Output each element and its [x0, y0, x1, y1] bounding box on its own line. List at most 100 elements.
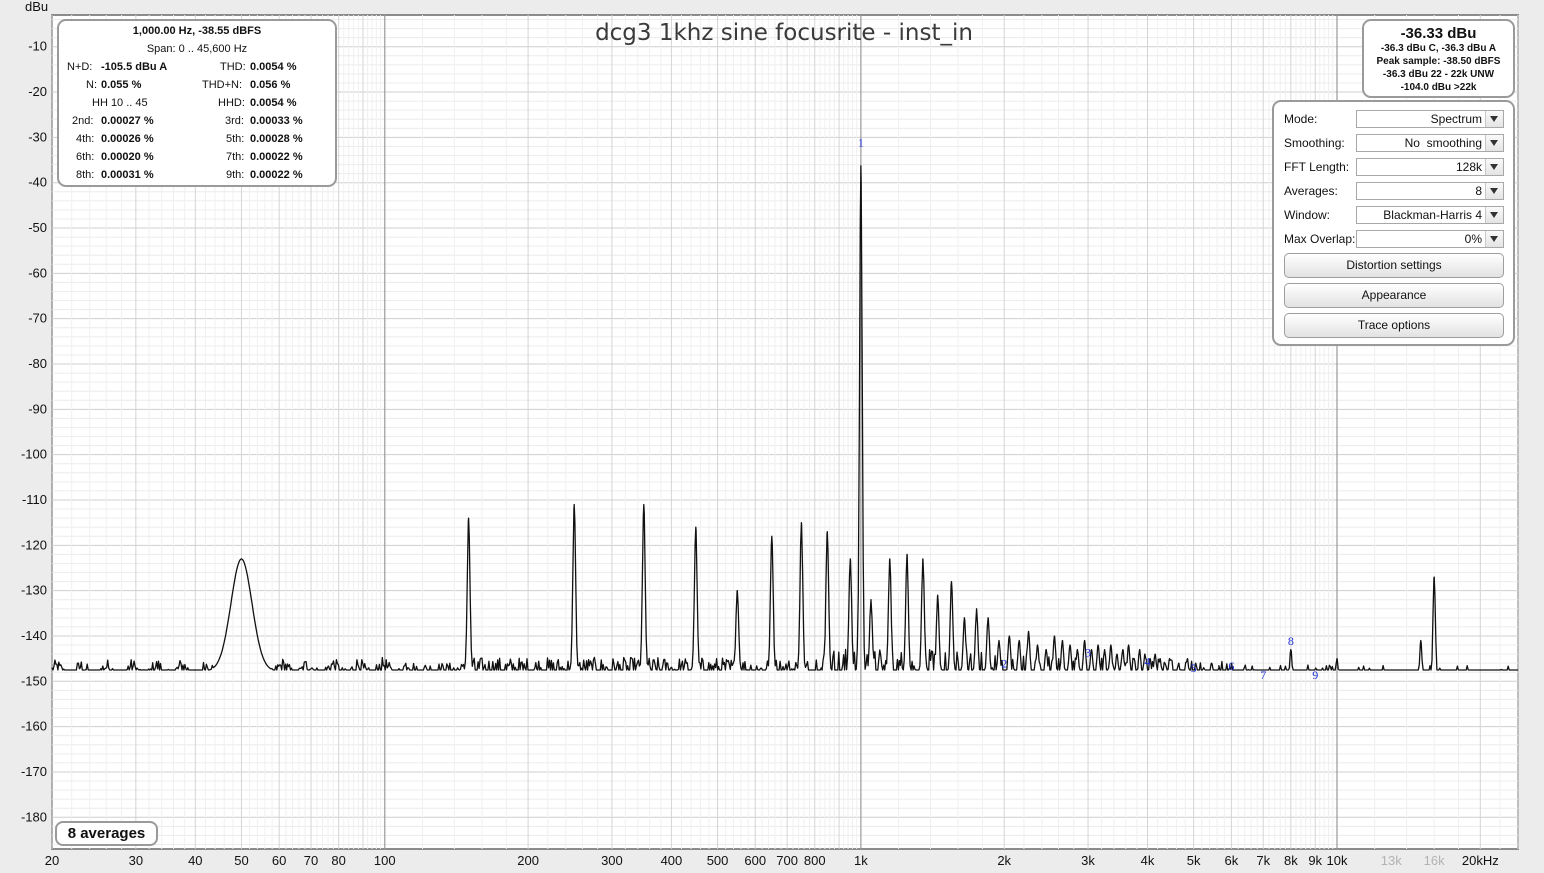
- x-tick-label: 800: [804, 853, 826, 868]
- chart-title: dcg3 1khz sine focusrite - inst_in: [595, 20, 973, 46]
- x-tick-label: 6k: [1224, 853, 1238, 868]
- chevron-down-icon: [1485, 159, 1503, 175]
- hhd-value: 0.0054 %: [250, 97, 297, 109]
- y-axis: -10 -20 -30 -40 -50 -60 -70 -80 -90 -100 -110 -120 -…: [21, 39, 47, 825]
- max-overlap-label: Max Overlap:: [1284, 232, 1356, 246]
- h2-value: 0.00027 %: [101, 115, 154, 127]
- mode-value: Spectrum: [1430, 112, 1482, 126]
- x-tick-label: 10k: [1326, 853, 1347, 868]
- level-main: -36.33 dBu: [1400, 25, 1477, 42]
- y-tick-label: -70: [28, 311, 47, 326]
- averages-value: 8: [1475, 184, 1482, 198]
- distortion-settings-button[interactable]: Distortion settings: [1284, 253, 1504, 278]
- harmonic-marker-3: 3: [1085, 645, 1091, 659]
- max-overlap-select[interactable]: 0%: [1356, 230, 1504, 248]
- y-tick-label: -180: [21, 809, 47, 824]
- h9-value: 0.00022 %: [250, 169, 303, 181]
- y-tick-label: -140: [21, 628, 47, 643]
- level-peak-sample: Peak sample: -38.50 dBFS: [1376, 56, 1501, 67]
- fft-length-label: FFT Length:: [1284, 160, 1350, 174]
- y-tick-label: -130: [21, 583, 47, 598]
- settings-panel: Mode: Spectrum Smoothing: No smoothing F…: [1272, 100, 1515, 346]
- x-tick-label: 500: [707, 853, 729, 868]
- x-tick-label: 13k: [1381, 853, 1402, 868]
- x-tick-label: 9k: [1308, 853, 1322, 868]
- x-tick-label: 20kHz: [1462, 853, 1499, 868]
- averages-label: Averages:: [1284, 184, 1338, 198]
- smoothing-row: Smoothing: No smoothing: [1284, 134, 1506, 152]
- smoothing-value: No smoothing: [1404, 136, 1482, 150]
- window-select[interactable]: Blackman-Harris 4: [1356, 206, 1504, 224]
- n-label: N:: [86, 79, 97, 91]
- mode-row: Mode: Spectrum: [1284, 110, 1506, 128]
- y-tick-label: -20: [28, 84, 47, 99]
- x-tick-label: 5k: [1187, 853, 1201, 868]
- x-tick-label: 16k: [1424, 853, 1445, 868]
- x-tick-label: 30: [129, 853, 143, 868]
- chevron-down-icon: [1485, 207, 1503, 223]
- max-overlap-value: 0%: [1464, 232, 1482, 246]
- harmonic-marker-1: 1: [858, 135, 864, 149]
- h2-label: 2nd:: [72, 115, 94, 127]
- thd-label: THD:: [220, 61, 246, 73]
- h8-value: 0.00031 %: [101, 169, 154, 181]
- hhd-label: HHD:: [218, 97, 245, 109]
- averages-badge: 8 averages: [55, 821, 158, 846]
- y-tick-label: -50: [28, 220, 47, 235]
- harmonic-marker-4: 4: [1145, 654, 1151, 668]
- x-tick-label: 100: [374, 853, 396, 868]
- trace-options-button[interactable]: Trace options: [1284, 313, 1504, 338]
- smoothing-label: Smoothing:: [1284, 136, 1345, 150]
- fft-length-select[interactable]: 128k: [1356, 158, 1504, 176]
- x-tick-label: 60: [272, 853, 286, 868]
- y-tick-label: -160: [21, 719, 47, 734]
- y-tick-label: -10: [28, 39, 47, 54]
- averages-row: Averages: 8: [1284, 182, 1506, 200]
- x-tick-label: 2k: [997, 853, 1011, 868]
- y-tick-label: -110: [22, 492, 47, 507]
- x-tick-label: 700: [776, 853, 798, 868]
- span-readout: Span: 0 .. 45,600 Hz: [59, 43, 335, 61]
- averages-select[interactable]: 8: [1356, 182, 1504, 200]
- y-tick-label: -90: [28, 401, 47, 416]
- y-tick-label: -150: [21, 673, 47, 688]
- h5-label: 5th:: [226, 133, 245, 145]
- mode-label: Mode:: [1284, 112, 1318, 126]
- h9-label: 9th:: [226, 169, 245, 181]
- window-row: Window: Blackman-Harris 4: [1284, 206, 1506, 224]
- h5-value: 0.00028 %: [250, 133, 303, 145]
- chevron-down-icon: [1485, 135, 1503, 151]
- nd-value: -105.5 dBu A: [101, 61, 168, 73]
- window-label: Window:: [1284, 208, 1331, 222]
- fft-length-value: 128k: [1455, 160, 1482, 174]
- appearance-button[interactable]: Appearance: [1284, 283, 1504, 308]
- h4-value: 0.00026 %: [101, 133, 154, 145]
- x-tick-label: 300: [601, 853, 623, 868]
- h6-value: 0.00020 %: [101, 151, 154, 163]
- x-tick-label: 600: [744, 853, 766, 868]
- fundamental-readout: 1,000.00 Hz, -38.55 dBFS: [132, 25, 262, 37]
- harmonic-marker-5: 5: [1191, 661, 1197, 675]
- h7-label: 7th:: [226, 151, 245, 163]
- harmonic-marker-2: 2: [1001, 657, 1007, 671]
- window-value: Blackman-Harris 4: [1383, 208, 1482, 222]
- x-tick-label: 1k: [854, 853, 868, 868]
- hh-range: HH 10 .. 45: [92, 97, 148, 109]
- smoothing-select[interactable]: No smoothing: [1356, 134, 1504, 152]
- x-tick-label: 7k: [1256, 853, 1270, 868]
- level-readout-panel: -36.33 dBu -36.3 dBu C, -36.3 dBu A Peak…: [1362, 19, 1515, 98]
- x-tick-label: 400: [661, 853, 683, 868]
- mode-select[interactable]: Spectrum: [1356, 110, 1504, 128]
- h8-label: 8th:: [76, 169, 95, 181]
- harmonic-marker-9: 9: [1312, 668, 1318, 682]
- x-tick-label: 80: [331, 853, 345, 868]
- y-unit-label: dBu: [25, 0, 48, 14]
- y-tick-label: -80: [28, 356, 47, 371]
- x-tick-label: 20: [45, 853, 59, 868]
- x-tick-label: 8k: [1284, 853, 1298, 868]
- x-tick-label: 200: [517, 853, 539, 868]
- y-tick-label: -40: [28, 175, 47, 190]
- h7-value: 0.00022 %: [250, 151, 303, 163]
- fft-length-row: FFT Length: 128k: [1284, 158, 1506, 176]
- chevron-down-icon: [1485, 111, 1503, 127]
